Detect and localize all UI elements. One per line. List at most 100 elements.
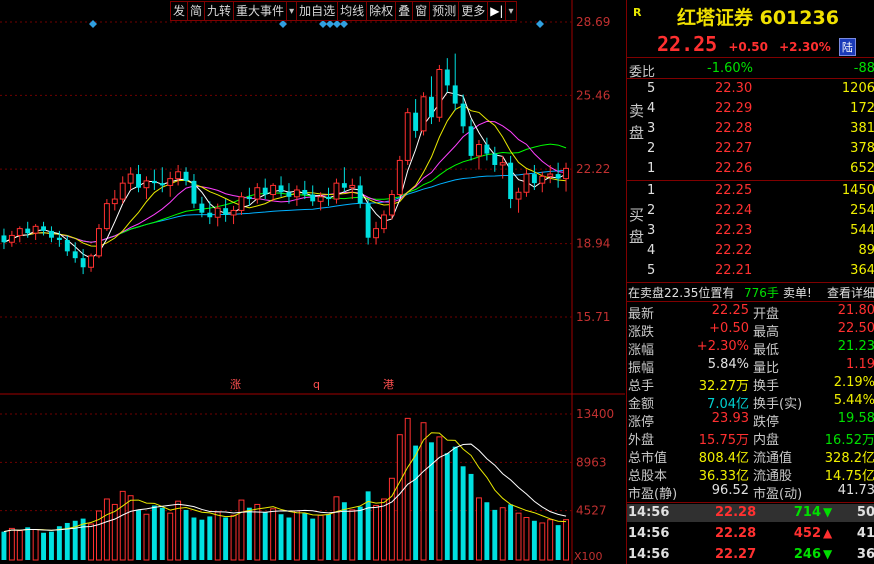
trade-time: 14:56 — [628, 505, 670, 520]
candle-body — [310, 194, 316, 202]
level-index: 3 — [647, 223, 656, 238]
price-tick-label: 25.46 — [576, 88, 610, 102]
volume-unit-label: X100 — [574, 550, 603, 563]
kline-chart[interactable]: 28.69 25.46 22.22 18.94 15.71 13400 8963 4527 X1… — [0, 0, 625, 564]
bids-level[interactable]: 5 22.21 364 — [627, 262, 874, 280]
volume-bar — [492, 509, 498, 560]
bids-level[interactable]: 4 22.22 89 — [627, 242, 874, 260]
volume-bar — [223, 517, 229, 560]
toolbar-item[interactable]: 重大事件 — [234, 2, 288, 20]
volume-bar — [404, 417, 411, 561]
candle-body — [25, 228, 31, 234]
price-change: +0.50 — [728, 40, 768, 54]
asks-level[interactable]: 4 22.29 172 — [627, 100, 874, 118]
candle-body — [547, 173, 554, 177]
volume-bar — [357, 506, 363, 560]
skip-to-end-icon[interactable]: ▶| — [488, 2, 507, 20]
toolbar-item[interactable]: 发 — [171, 2, 189, 20]
price-tick-label: 15.71 — [576, 310, 610, 324]
asks-level[interactable]: 1 22.26 652 — [627, 160, 874, 178]
stat-value: 1.19 — [846, 357, 874, 372]
candle-body — [199, 203, 205, 213]
volume-bar — [499, 507, 506, 561]
volume-bar — [1, 531, 7, 560]
level-price: 22.24 — [715, 203, 753, 218]
toolbar-item[interactable]: 除权 — [367, 2, 397, 20]
volume-bar — [199, 519, 205, 560]
connect-badge[interactable]: 陆 — [838, 38, 856, 56]
toolbar-item[interactable]: 更多 — [459, 2, 489, 20]
volume-bar — [119, 490, 126, 561]
stat-row: 最新 22.25 开盘 21.80 — [627, 302, 874, 322]
bids-level[interactable]: 2 22.24 254 — [627, 202, 874, 220]
volume-bar — [310, 518, 316, 560]
toolbar-item[interactable]: 叠 — [396, 2, 414, 20]
candle-body — [396, 159, 403, 196]
volume-bar — [413, 445, 419, 560]
toolbar-item[interactable]: 均线 — [338, 2, 368, 20]
toolbar-dropdown-arrow[interactable]: ▾ — [506, 2, 515, 20]
level-volume: 89 — [858, 243, 874, 258]
stat-value: 41.73 — [837, 483, 874, 498]
candle-body — [230, 209, 237, 216]
volume-bar — [515, 512, 522, 561]
candle-body — [8, 234, 15, 243]
volume-bar — [302, 513, 308, 560]
toolbar-dropdown-arrow[interactable]: ▾ — [287, 2, 298, 20]
volume-bar — [41, 532, 46, 560]
asks-level[interactable]: 2 22.27 378 — [627, 140, 874, 158]
level-index: 4 — [647, 101, 656, 116]
quote-panel: R 红塔证券 601236 22.25 +0.50 +2.30% 陆 委比 -1… — [626, 0, 874, 564]
trade-row: 14:56 22.27 246 ▼ 36 — [627, 546, 874, 564]
volume-bar — [230, 514, 237, 561]
trade-row: 14:56 22.28 714 ▼ 50 — [627, 504, 874, 522]
candle-body — [175, 171, 182, 180]
asks-level[interactable]: 5 22.30 1206 — [627, 80, 874, 98]
trade-time: 14:56 — [628, 547, 670, 562]
bids-level[interactable]: 3 22.23 544 — [627, 222, 874, 240]
stat-value: 2.19% — [833, 375, 874, 390]
candle-body — [56, 237, 62, 240]
last-price: 22.25 — [657, 32, 718, 56]
volume-bar — [151, 505, 157, 560]
candle-body — [460, 103, 466, 127]
volume-bar — [508, 504, 514, 560]
level-volume: 364 — [850, 263, 874, 278]
candle-body — [1, 235, 7, 243]
volume-bar — [452, 446, 458, 560]
toolbar-item[interactable]: 九转 — [205, 2, 235, 20]
candle-body — [64, 239, 70, 252]
volume-bar — [278, 514, 284, 560]
volume-bar — [254, 503, 261, 561]
stock-name-code[interactable]: 红塔证券 601236 — [677, 3, 839, 30]
candle-body — [468, 126, 474, 156]
trade-price: 22.27 — [715, 547, 757, 562]
bids-level[interactable]: 1 22.25 1450 — [627, 182, 874, 200]
toolbar-item[interactable]: 加自选 — [297, 2, 339, 20]
trade-volume: 246 — [793, 547, 821, 562]
level-price: 22.21 — [715, 263, 753, 278]
candle-body — [191, 180, 197, 204]
level-price: 22.22 — [715, 243, 753, 258]
asks-level[interactable]: 3 22.28 381 — [627, 120, 874, 138]
candle-body — [531, 174, 537, 184]
trade-extra: 36 — [856, 547, 874, 562]
candle-body — [88, 255, 94, 268]
toolbar-item[interactable]: 窗 — [413, 2, 431, 20]
notice-detail-link[interactable]: 查看详细 — [827, 284, 874, 301]
toolbar-item[interactable]: 预测 — [430, 2, 460, 20]
volume-bar — [32, 528, 39, 561]
candle-body — [476, 144, 482, 157]
candle-body — [16, 228, 23, 236]
candle-body — [365, 203, 371, 238]
notice-action: 卖单! — [783, 286, 812, 300]
r-mark: R — [633, 6, 642, 19]
candle-body — [32, 225, 39, 234]
stat-label: 市盈(静) — [628, 487, 678, 502]
trade-price: 22.28 — [715, 505, 757, 520]
candle-body — [207, 212, 213, 218]
candle-body — [183, 171, 189, 181]
toolbar-item[interactable]: 简 — [188, 2, 206, 20]
trade-price: 22.28 — [715, 526, 757, 541]
candle-body — [515, 191, 522, 200]
